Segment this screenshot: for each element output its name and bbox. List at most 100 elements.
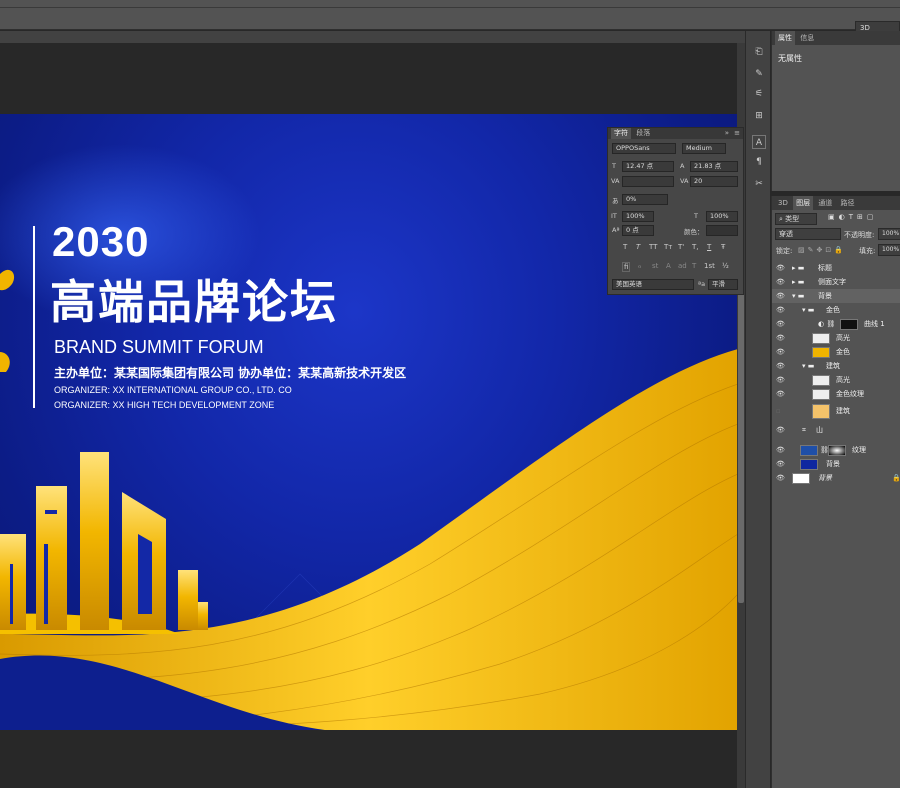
small-caps-button[interactable]: Tт <box>664 243 672 251</box>
leading-field[interactable]: 21.83 点 <box>690 161 738 172</box>
baseline-shift-field[interactable]: 0 点 <box>622 225 654 236</box>
titling-button[interactable]: ad <box>678 262 687 270</box>
character-icon[interactable]: A <box>752 135 766 149</box>
underline-button[interactable]: T <box>707 243 711 251</box>
lock-icons[interactable]: ▨✎✥⊡🔒 <box>798 246 846 254</box>
kerning-field[interactable] <box>622 176 674 187</box>
font-size-field[interactable]: 12.47 点 <box>622 161 674 172</box>
fill-label: 填充: <box>859 247 876 255</box>
vertical-scale-icon: IT <box>611 212 617 220</box>
visibility-eye-icon[interactable]: 👁 <box>776 387 785 401</box>
collapse-icon[interactable]: » <box>725 128 729 139</box>
styles-icon[interactable]: ⊞ <box>752 109 766 123</box>
layer-row[interactable]: 👁 ⛓ 纹理 <box>772 443 900 457</box>
filter-icons[interactable]: ▣◐T⊞▢ <box>828 213 877 221</box>
antialias-select[interactable]: 平滑 <box>708 279 738 290</box>
layer-row[interactable]: 👁 金色纹理 <box>772 387 900 401</box>
visibility-eye-icon[interactable]: 👁 <box>776 289 785 303</box>
faux-italic-button[interactable]: T <box>636 243 640 251</box>
organizer-line: 主办单位：某某国际集团有限公司 协办单位：某某高新技术开发区 <box>54 366 407 380</box>
visibility-eye-icon[interactable]: 👁 <box>776 275 785 289</box>
layers-tabs: 3D 图层 通道 路径 <box>772 196 900 210</box>
event-title: 高端品牌论坛 <box>50 275 338 329</box>
tab-info[interactable]: 信息 <box>797 31 817 45</box>
tab-channels[interactable]: 通道 <box>815 196 835 210</box>
tools-icon[interactable]: ✂ <box>752 177 766 191</box>
layer-filter-select[interactable]: ⌕ 类型 <box>775 213 817 225</box>
oldstyle-button[interactable]: ℴ <box>638 262 641 270</box>
layer-row-selected[interactable]: 👁 ▾ ▬ 背景 <box>772 289 900 303</box>
ordinal-button[interactable]: 1st <box>704 262 715 270</box>
layer-row[interactable]: 👁 ▸ ▬ 侧面文字 <box>772 275 900 289</box>
vertical-scale-field[interactable]: 100% <box>622 211 654 222</box>
visibility-eye-icon[interactable]: 👁 <box>776 423 785 437</box>
scroll-thumb[interactable] <box>738 293 744 603</box>
group-arrow-icon[interactable]: ▾ ▬ <box>792 289 804 303</box>
properties-tabs: 属性 信息 <box>772 31 900 45</box>
tab-properties[interactable]: 属性 <box>775 31 795 45</box>
layer-row[interactable]: 👁 金色 <box>772 345 900 359</box>
layer-row[interactable]: 👁 ▾ ▬ 建筑 <box>772 359 900 373</box>
visibility-eye-icon[interactable]: 👁 <box>776 471 785 485</box>
layer-row[interactable]: 👁 背景 🔒 <box>772 471 900 485</box>
visibility-eye-icon[interactable]: 👁 <box>776 457 785 471</box>
layer-row[interactable]: ▫ 建筑 <box>772 401 900 421</box>
blend-mode-select[interactable]: 穿透 <box>775 228 841 240</box>
swash-button[interactable]: st <box>652 262 658 270</box>
event-subtitle: BRAND SUMMIT FORUM <box>54 337 264 357</box>
fill-field[interactable]: 100% <box>878 244 900 256</box>
font-style-select[interactable]: Medium <box>682 143 726 154</box>
tracking-field[interactable]: 20 <box>690 176 738 187</box>
faux-bold-button[interactable]: T <box>623 243 627 251</box>
strikethrough-button[interactable]: Ŧ <box>721 243 725 251</box>
layer-row[interactable]: 👁 ⌗ 山 <box>772 423 900 437</box>
tab-3d[interactable]: 3D <box>775 196 791 210</box>
visibility-eye-icon[interactable]: 👁 <box>776 345 785 359</box>
group-arrow-icon[interactable]: ▸ ▬ <box>792 275 804 289</box>
adjustment-icon: ◐ ⛓ <box>818 320 836 328</box>
horizontal-scale-field[interactable]: 100% <box>706 211 738 222</box>
group-arrow-icon[interactable]: ▾ ▬ <box>802 359 814 373</box>
adjustments-icon[interactable]: ⚟ <box>752 87 766 101</box>
layer-row[interactable]: 👁 ▾ ▬ 金色 <box>772 303 900 317</box>
baseline-shift-icon: Aª <box>612 226 620 234</box>
opacity-field[interactable]: 100% <box>878 228 900 240</box>
all-caps-button[interactable]: TT <box>649 243 657 251</box>
tab-layers[interactable]: 图层 <box>793 196 814 210</box>
tab-character[interactable]: 字符 <box>611 128 631 139</box>
group-arrow-icon[interactable]: ▸ ▬ <box>792 261 804 275</box>
visibility-eye-icon[interactable]: 👁 <box>776 303 785 317</box>
ligature-button[interactable]: fi <box>622 262 631 272</box>
contextual-button[interactable]: T <box>692 262 696 270</box>
layer-row[interactable]: 👁 高光 <box>772 373 900 387</box>
visibility-eye-icon[interactable]: 👁 <box>776 331 785 345</box>
tab-paths[interactable]: 路径 <box>838 196 858 210</box>
stylistic-button[interactable]: A <box>666 262 671 270</box>
language-select[interactable]: 美国英语 <box>612 279 694 290</box>
visibility-eye-icon[interactable]: 👁 <box>776 373 785 387</box>
tab-paragraph[interactable]: 段落 <box>633 128 653 139</box>
superscript-button[interactable]: T' <box>678 243 684 251</box>
subscript-button[interactable]: T, <box>692 243 699 251</box>
color-swatch[interactable] <box>706 225 738 236</box>
visibility-eye-icon[interactable]: 👁 <box>776 443 785 457</box>
layer-row[interactable]: 👁 ▸ ▬ 标题 <box>772 261 900 275</box>
fraction-button[interactable]: ½ <box>722 262 729 270</box>
layer-row[interactable]: 👁 背景 <box>772 457 900 471</box>
tsume-field[interactable]: 0% <box>622 194 668 205</box>
history-icon[interactable]: ⎗ <box>752 45 766 59</box>
panel-dock: ⎗ ✎ ⚟ ⊞ A ¶ ✂ <box>745 31 770 788</box>
group-arrow-icon[interactable]: ▾ ▬ <box>802 303 814 317</box>
layer-row[interactable]: 👁 高光 <box>772 331 900 345</box>
visibility-eye-icon[interactable]: 👁 <box>776 261 785 275</box>
font-family-select[interactable]: OPPOSans <box>612 143 676 154</box>
visibility-eye-icon[interactable]: 👁 <box>776 317 785 331</box>
layer-row[interactable]: 👁 ◐ ⛓ 曲线 1 <box>772 317 900 331</box>
actions-icon[interactable]: ✎ <box>752 67 766 81</box>
panel-menu-icon[interactable]: ≡ <box>734 128 740 139</box>
paragraph-icon[interactable]: ¶ <box>752 155 766 169</box>
visibility-eye-icon[interactable]: ▫ <box>776 401 784 421</box>
visibility-eye-icon[interactable]: 👁 <box>776 359 785 373</box>
layer-name: 纹理 <box>852 446 866 454</box>
color-label: 颜色： <box>684 228 704 236</box>
